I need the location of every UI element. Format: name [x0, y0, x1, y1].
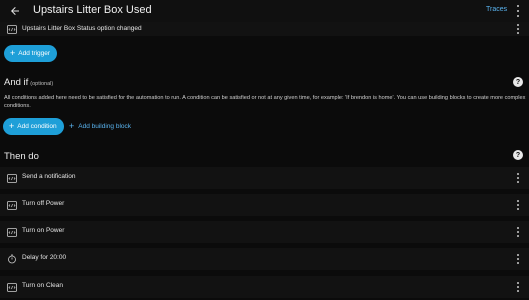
add-building-block-label: Add building block — [78, 123, 132, 130]
timer-icon — [6, 253, 18, 265]
trigger-menu-icon[interactable] — [514, 23, 522, 35]
plus-icon: + — [10, 48, 16, 58]
code-icon — [6, 199, 18, 211]
more-vert-icon[interactable] — [515, 4, 521, 18]
action-label: Delay for 20:00 — [22, 254, 67, 261]
actions-heading: Then do — [4, 151, 39, 162]
action-row[interactable]: Turn off Power — [0, 194, 529, 216]
action-row[interactable]: Delay for 20:00 — [0, 248, 529, 270]
action-label: Send a notification — [22, 173, 76, 180]
trigger-label: Upstairs Litter Box Status option change… — [22, 25, 142, 32]
add-condition-button[interactable]: + Add condition — [3, 118, 64, 135]
action-label: Turn on Power — [22, 227, 65, 234]
code-icon — [6, 172, 18, 184]
action-label: Turn off Power — [22, 200, 65, 207]
action-row[interactable]: Send a notification — [0, 167, 529, 189]
action-menu-icon[interactable] — [514, 226, 522, 238]
optional-tag: (optional) — [30, 81, 54, 87]
action-row[interactable]: Turn on Clean — [0, 276, 529, 298]
action-label: Turn on Clean — [22, 282, 63, 289]
add-condition-label: Add condition — [17, 123, 57, 130]
add-trigger-button[interactable]: + Add trigger — [4, 45, 58, 62]
add-trigger-label: Add trigger — [18, 50, 51, 57]
action-menu-icon[interactable] — [514, 253, 522, 265]
plus-icon: + — [69, 121, 75, 131]
conditions-title: And if — [4, 77, 29, 88]
code-icon — [6, 281, 18, 293]
arrow-left-icon — [11, 7, 19, 15]
code-icon — [6, 23, 18, 35]
action-menu-icon[interactable] — [514, 281, 522, 293]
action-menu-icon[interactable] — [514, 172, 522, 184]
code-icon — [6, 226, 18, 238]
add-building-block-button[interactable]: + Add building block — [69, 122, 131, 131]
traces-button[interactable]: Traces — [486, 6, 507, 13]
plus-icon: + — [9, 121, 15, 131]
help-icon[interactable]: ? — [513, 150, 523, 160]
conditions-description: All conditions added here need to be sat… — [4, 95, 526, 110]
trigger-row[interactable]: Upstairs Litter Box Status option change… — [0, 22, 529, 36]
help-icon[interactable]: ? — [513, 77, 523, 87]
top-app-bar: Upstairs Litter Box Used Traces — [0, 0, 529, 22]
action-row[interactable]: Turn on Power — [0, 221, 529, 243]
action-menu-icon[interactable] — [514, 199, 522, 211]
page-title: Upstairs Litter Box Used — [33, 4, 152, 16]
back-button[interactable] — [7, 3, 23, 19]
conditions-heading: And if (optional) — [4, 77, 53, 88]
